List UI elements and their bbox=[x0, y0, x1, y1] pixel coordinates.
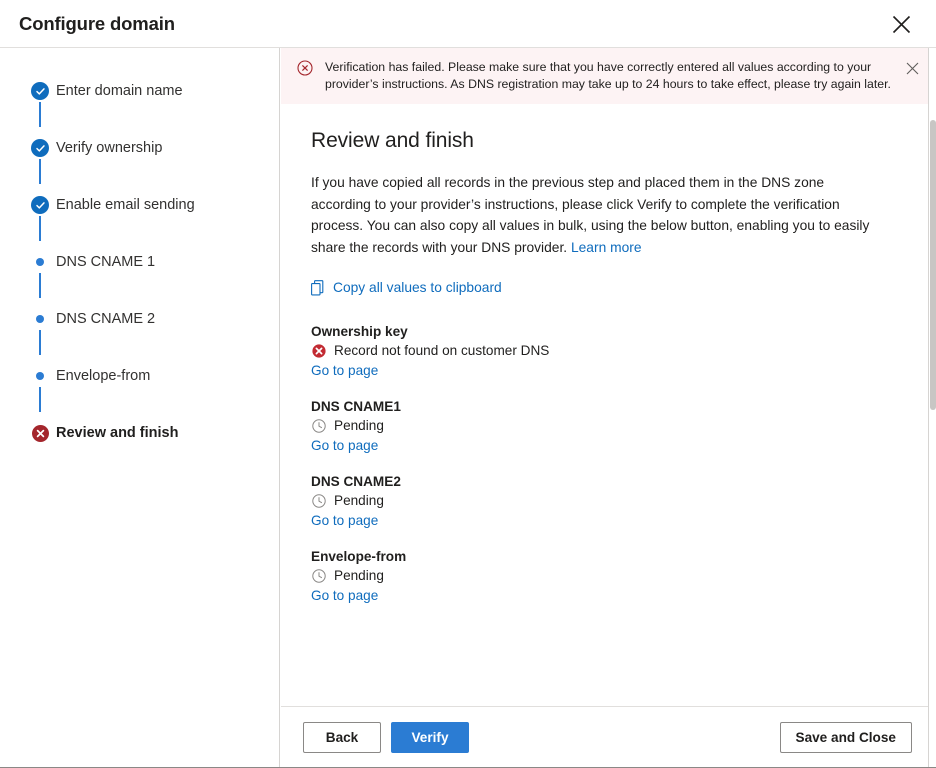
step-label: DNS CNAME 1 bbox=[56, 254, 155, 270]
error-filled-icon bbox=[32, 425, 49, 442]
record-status: Record not found on customer DNS bbox=[311, 343, 906, 359]
check-circle-icon bbox=[31, 196, 49, 214]
record-name: Ownership key bbox=[311, 324, 906, 339]
step-label: Enable email sending bbox=[56, 197, 195, 213]
go-to-page-link[interactable]: Go to page bbox=[311, 588, 378, 603]
footer-right-actions: Save and Close bbox=[780, 722, 913, 753]
step-item-envelope-from[interactable]: Envelope-from bbox=[0, 363, 279, 389]
step-item-review-and-finish[interactable]: Review and finish bbox=[0, 420, 279, 446]
step-item-dns-cname-1[interactable]: DNS CNAME 1 bbox=[0, 249, 279, 275]
section-description: If you have copied all records in the pr… bbox=[311, 172, 873, 258]
step-item-dns-cname-2[interactable]: DNS CNAME 2 bbox=[0, 306, 279, 332]
step-item-verify-ownership[interactable]: Verify ownership bbox=[0, 135, 279, 161]
step-label: Envelope-from bbox=[56, 368, 150, 384]
record-name: DNS CNAME1 bbox=[311, 399, 906, 414]
verify-button[interactable]: Verify bbox=[391, 722, 469, 753]
step-dot-icon bbox=[36, 315, 44, 323]
dismiss-message-button[interactable] bbox=[906, 60, 922, 76]
footer-left-actions: Back Verify bbox=[303, 722, 469, 753]
step-dot-icon bbox=[36, 258, 44, 266]
clock-icon bbox=[311, 569, 326, 584]
step-marker bbox=[30, 366, 50, 386]
step-item-enter-domain-name[interactable]: Enter domain name bbox=[0, 78, 279, 104]
record-name: DNS CNAME2 bbox=[311, 474, 906, 489]
clock-icon bbox=[311, 419, 326, 434]
go-to-page-link[interactable]: Go to page bbox=[311, 438, 378, 453]
step-label: Verify ownership bbox=[56, 140, 162, 156]
record-item: DNS CNAME1 Pending Go to page bbox=[311, 399, 906, 455]
step-label: Review and finish bbox=[56, 425, 178, 441]
records-list: Ownership key Record not found on custome… bbox=[311, 324, 906, 605]
error-circle-icon bbox=[297, 60, 313, 76]
step-marker bbox=[30, 309, 50, 329]
check-circle-icon bbox=[31, 82, 49, 100]
error-filled-icon bbox=[311, 344, 326, 359]
content-panel: Verification has failed. Please make sur… bbox=[281, 48, 936, 768]
section-title: Review and finish bbox=[311, 129, 906, 153]
step-marker bbox=[30, 252, 50, 272]
step-connector bbox=[39, 330, 41, 355]
close-icon bbox=[892, 15, 911, 34]
record-status-text: Record not found on customer DNS bbox=[334, 343, 549, 359]
step-connector bbox=[39, 159, 41, 184]
record-item: Envelope-from Pending Go to page bbox=[311, 549, 906, 605]
go-to-page-link[interactable]: Go to page bbox=[311, 363, 378, 378]
go-to-page-link[interactable]: Go to page bbox=[311, 513, 378, 528]
copy-pages-icon bbox=[311, 280, 326, 296]
step-connector bbox=[39, 102, 41, 127]
record-status-text: Pending bbox=[334, 568, 384, 584]
record-name: Envelope-from bbox=[311, 549, 906, 564]
dialog-footer: Back Verify Save and Close bbox=[281, 706, 936, 768]
vertical-scrollbar[interactable] bbox=[928, 48, 936, 768]
back-button[interactable]: Back bbox=[303, 722, 381, 753]
configure-domain-dialog: Configure domain Enter domain name Verify… bbox=[0, 0, 936, 768]
step-label: Enter domain name bbox=[56, 83, 183, 99]
steps-navigation: Enter domain name Verify ownership Enable … bbox=[0, 48, 280, 768]
record-status-text: Pending bbox=[334, 418, 384, 434]
close-dialog-button[interactable] bbox=[885, 8, 917, 40]
step-marker bbox=[30, 195, 50, 215]
step-marker bbox=[30, 138, 50, 158]
record-item: Ownership key Record not found on custome… bbox=[311, 324, 906, 380]
step-marker bbox=[30, 423, 50, 443]
save-and-close-button[interactable]: Save and Close bbox=[780, 722, 913, 753]
step-item-enable-email-sending[interactable]: Enable email sending bbox=[0, 192, 279, 218]
copy-all-values-label: Copy all values to clipboard bbox=[333, 280, 502, 296]
step-connector bbox=[39, 273, 41, 298]
record-status: Pending bbox=[311, 568, 906, 584]
clock-icon bbox=[311, 494, 326, 509]
step-dot-icon bbox=[36, 372, 44, 380]
close-icon bbox=[906, 62, 922, 75]
step-label: DNS CNAME 2 bbox=[56, 311, 155, 327]
record-status: Pending bbox=[311, 418, 906, 434]
page-title: Configure domain bbox=[19, 13, 175, 35]
record-status-text: Pending bbox=[334, 493, 384, 509]
step-connector bbox=[39, 387, 41, 412]
learn-more-link[interactable]: Learn more bbox=[571, 240, 642, 255]
record-status: Pending bbox=[311, 493, 906, 509]
content-body: Review and finish If you have copied all… bbox=[281, 96, 936, 706]
step-connector bbox=[39, 216, 41, 241]
record-item: DNS CNAME2 Pending Go to page bbox=[311, 474, 906, 530]
error-message-text: Verification has failed. Please make sur… bbox=[325, 59, 892, 93]
check-circle-icon bbox=[31, 139, 49, 157]
copy-all-values-button[interactable]: Copy all values to clipboard bbox=[311, 280, 502, 296]
scrollbar-thumb[interactable] bbox=[930, 120, 936, 410]
dialog-header: Configure domain bbox=[0, 0, 936, 48]
step-marker bbox=[30, 81, 50, 101]
